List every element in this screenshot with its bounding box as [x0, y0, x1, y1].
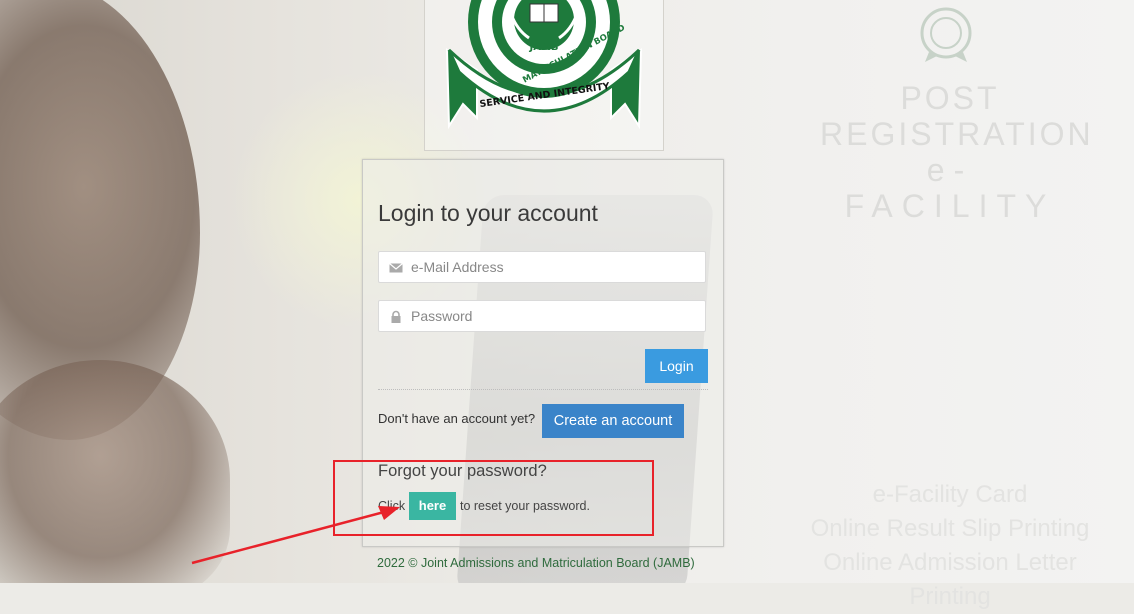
create-account-button[interactable]: Create an account: [542, 404, 684, 438]
background-person-hand: [0, 360, 230, 583]
watermark-title-line2: REGISTRATION: [820, 116, 1094, 152]
watermark-link: Online Admission Letter Printing: [823, 549, 1077, 610]
email-field[interactable]: [378, 251, 706, 283]
divider: [378, 389, 708, 390]
email-input[interactable]: [411, 252, 701, 282]
annotation-highlight-box: [333, 460, 654, 536]
login-heading: Login to your account: [378, 200, 598, 226]
watermark-link: Online Result Slip Printing: [810, 515, 1090, 542]
login-button[interactable]: Login: [645, 349, 708, 383]
watermark-title: POST REGISTRATION e- FACILITY: [820, 80, 1094, 224]
watermark-links: e-Facility Card Online Result Slip Print…: [780, 478, 1120, 614]
watermark-crest-icon: [920, 7, 972, 62]
envelope-icon: [389, 263, 403, 273]
jamb-crest-icon: JAMB MATRICULATION BOARD SERVICE AND INT…: [445, 0, 643, 130]
svg-text:JAMB: JAMB: [528, 42, 558, 53]
password-field[interactable]: [378, 300, 706, 332]
watermark-title-line1: POST: [900, 80, 1000, 116]
footer-copyright: 2022 © Joint Admissions and Matriculatio…: [377, 556, 695, 570]
jamb-logo: JAMB MATRICULATION BOARD SERVICE AND INT…: [424, 0, 664, 151]
watermark-title-line3: e- FACILITY: [844, 152, 1056, 224]
password-input[interactable]: [411, 301, 701, 331]
no-account-text: Don't have an account yet?: [378, 411, 536, 426]
watermark-link: e-Facility Card: [872, 481, 1028, 508]
lock-icon: [391, 310, 401, 323]
